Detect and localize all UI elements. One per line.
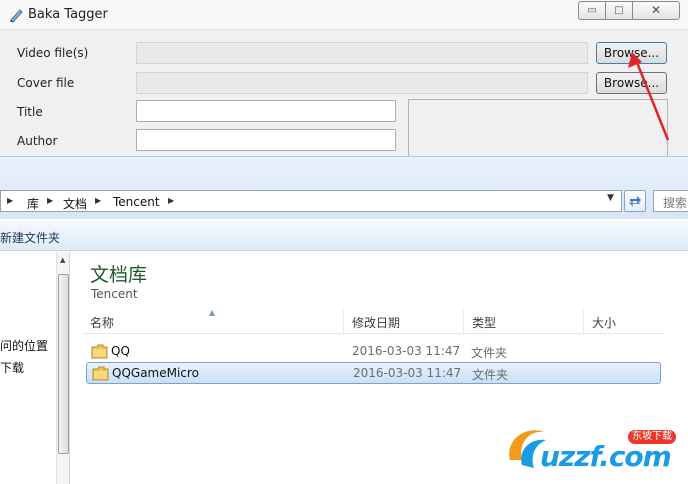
scrollbar-thumb[interactable] (58, 274, 69, 454)
video-file-label: Video file(s) (17, 46, 89, 60)
file-row-qqgamemicro[interactable]: QQGameMicro 2016-03-03 11:47 文件夹 (86, 362, 661, 384)
nav-item-recent-places[interactable]: 问的位置 (0, 337, 48, 354)
cover-file-field[interactable] (136, 72, 588, 94)
chevron-right-icon[interactable]: ▶ (47, 196, 53, 205)
chevron-right-icon: ▶ (7, 196, 14, 205)
address-bar[interactable]: ▶ 库 ▶ 文档 ▶ Tencent ▶ (0, 190, 622, 212)
folder-icon (91, 344, 108, 359)
folder-icon (92, 366, 109, 381)
minimize-button[interactable]: ▭ (578, 1, 606, 20)
library-subtitle: Tencent (91, 287, 138, 301)
file-type: 文件夹 (471, 346, 508, 360)
search-input[interactable]: 搜索 (653, 190, 688, 212)
file-date: 2016-03-03 11:47 (352, 344, 461, 358)
refresh-icon (629, 196, 641, 207)
column-header-row: ▲ 名称 修改日期 类型 大小 (82, 308, 665, 334)
pen-icon (10, 9, 23, 23)
file-name: QQGameMicro (112, 366, 199, 380)
title-bar: Baka Tagger ▭ □ ✕ (0, 0, 688, 30)
window-title: Baka Tagger (28, 7, 108, 22)
title-label: Title (17, 105, 43, 119)
author-field[interactable] (136, 129, 396, 151)
cover-file-label: Cover file (17, 76, 75, 90)
column-header-type[interactable]: 类型 (464, 310, 584, 334)
nav-item-downloads[interactable]: 下载 (0, 359, 24, 376)
breadcrumb-tencent[interactable]: Tencent (113, 195, 160, 209)
column-header-size[interactable]: 大小 (584, 310, 665, 334)
chevron-right-icon[interactable]: ▶ (95, 196, 101, 205)
new-folder-button[interactable]: 新建文件夹 (0, 229, 60, 246)
breadcrumb-documents[interactable]: 文档 (63, 195, 87, 212)
title-field[interactable] (136, 100, 396, 122)
watermark-text: uzzf.com (540, 440, 672, 473)
file-date: 2016-03-03 11:47 (353, 366, 462, 380)
refresh-button[interactable] (624, 190, 646, 212)
breadcrumb-library[interactable]: 库 (27, 195, 39, 212)
chevron-right-icon[interactable]: ▶ (168, 196, 174, 205)
library-title: 文档库 (90, 264, 148, 286)
column-header-date[interactable]: 修改日期 (344, 310, 464, 334)
navigation-pane: 问的位置 下载 (0, 252, 56, 484)
file-type: 文件夹 (472, 368, 509, 382)
maximize-button[interactable]: □ (605, 1, 633, 20)
file-name: QQ (111, 344, 130, 358)
author-label: Author (17, 134, 58, 148)
close-button[interactable]: ✕ (632, 1, 680, 20)
column-header-name[interactable]: 名称 (82, 310, 344, 334)
scroll-up-icon[interactable]: ▲ (60, 256, 65, 264)
navigation-scrollbar[interactable]: ▲ (56, 252, 70, 484)
chevron-down-icon[interactable]: ▼ (607, 193, 614, 203)
site-watermark: 东坡下载 uzzf.com (500, 418, 686, 482)
annotation-arrow (628, 52, 670, 141)
toolbar: 新建文件夹 (0, 221, 688, 251)
file-row-qq[interactable]: QQ 2016-03-03 11:47 文件夹 (86, 341, 661, 363)
baka-tagger-window: Baka Tagger ▭ □ ✕ Video file(s) Browse..… (0, 0, 688, 161)
video-file-field[interactable] (136, 42, 588, 64)
